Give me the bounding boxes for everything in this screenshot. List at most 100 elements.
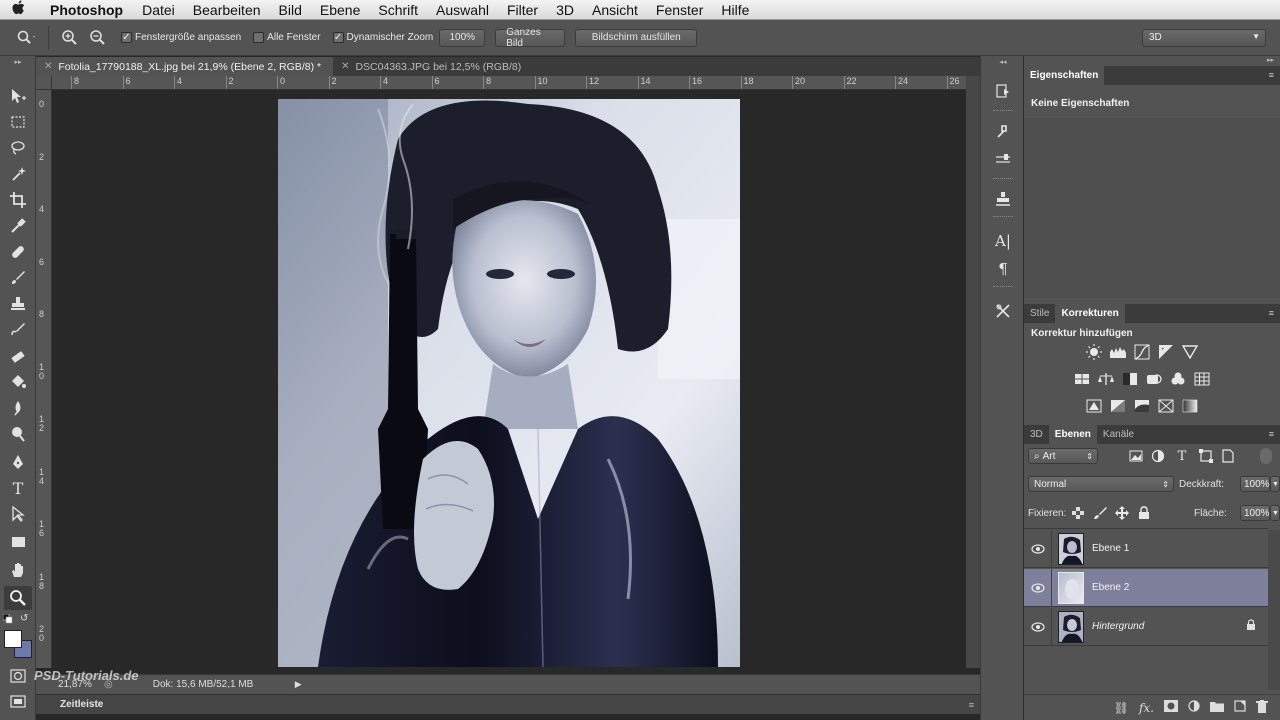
menu-ansicht[interactable]: Ansicht [583,2,647,18]
lock-image-pixels-icon[interactable] [1090,504,1110,522]
eye-icon[interactable] [1024,529,1052,568]
chevron-down-icon[interactable]: ▼ [1270,505,1280,521]
menu-schrift[interactable]: Schrift [369,2,427,18]
status-menu-arrow-icon[interactable]: ▶ [295,679,302,690]
tab-document-1[interactable]: ✕ Fotolia_17790188_XL.jpg bei 21,9% (Ebe… [36,57,334,76]
eyedropper-tool-icon[interactable] [4,214,32,238]
clone-source-icon[interactable] [989,186,1017,212]
menu-filter[interactable]: Filter [498,2,547,18]
color-balance-icon[interactable] [1096,370,1116,388]
fill-input[interactable]: 100% [1240,505,1270,521]
brightness-icon[interactable] [1084,343,1104,361]
vertical-scrollbar[interactable] [966,76,980,668]
fit-window-checkbox[interactable]: ✓ Fenstergröße anpassen [121,32,241,43]
new-adjustment-layer-icon[interactable] [1188,700,1200,715]
history-brush-tool-icon[interactable] [4,318,32,342]
layer-name[interactable]: Ebene 1 [1092,543,1268,554]
hue-saturation-icon[interactable] [1072,370,1092,388]
layers-scrollbar[interactable] [1268,530,1280,690]
eye-icon[interactable] [1024,607,1052,646]
pen-tool-icon[interactable] [4,450,32,474]
brush-tool-icon[interactable] [4,266,32,290]
lock-transparent-pixels-icon[interactable] [1068,504,1088,522]
menu-app-name[interactable]: Photoshop [36,2,133,18]
zoom-out-icon[interactable] [87,27,109,49]
strip-grip[interactable] [993,216,1013,218]
blur-tool-icon[interactable] [4,396,32,420]
dodge-tool-icon[interactable] [4,422,32,446]
tab-3d[interactable]: 3D [1024,425,1049,444]
layer-name[interactable]: Ebene 2 [1092,582,1268,593]
new-group-icon[interactable] [1210,700,1224,715]
quick-mask-icon[interactable] [4,664,32,688]
link-layers-icon[interactable]: ⛓ [1114,701,1129,715]
filter-pixel-layers-icon[interactable] [1126,447,1146,465]
rectangle-tool-icon[interactable] [4,530,32,554]
curves-icon[interactable] [1132,343,1152,361]
blend-mode-select[interactable]: Normal ⇕ [1028,476,1174,492]
tool-presets-icon[interactable] [989,118,1017,144]
menu-3d[interactable]: 3D [547,2,583,18]
tab-styles[interactable]: Stile [1024,304,1055,323]
dynamic-zoom-checkbox[interactable]: ✓ Dynamischer Zoom [332,32,433,43]
move-tool-icon[interactable] [4,84,32,108]
collapse-arrows-icon[interactable]: ▸▸ [1267,56,1274,64]
tab-document-2[interactable]: ✕ DSC04363.JPG bei 12,5% (RGB/8) [333,57,533,76]
panel-menu-icon[interactable]: ≡ [1269,429,1274,439]
eye-icon[interactable] [1024,568,1052,607]
menu-fenster[interactable]: Fenster [647,2,712,18]
invert-icon[interactable] [1084,397,1104,415]
layer-filter-toggle[interactable] [1260,448,1272,464]
vibrance-icon[interactable] [1180,343,1200,361]
workspace-select[interactable]: 3D ▼ [1142,29,1266,47]
chevron-down-icon[interactable]: ▼ [1270,476,1280,492]
collapse-arrows-icon[interactable]: ◂◂ [985,58,1021,66]
filter-adjustment-layers-icon[interactable] [1148,447,1168,465]
levels-icon[interactable] [1108,343,1128,361]
filter-smart-objects-icon[interactable] [1218,447,1238,465]
photo-filter-icon[interactable] [1144,370,1164,388]
filter-shape-layers-icon[interactable] [1196,447,1216,465]
layer-row-ebene-1[interactable]: Ebene 1 [1024,529,1268,568]
tab-properties[interactable]: Eigenschaften [1024,66,1105,85]
strip-grip[interactable] [993,178,1013,180]
lock-position-icon[interactable] [1112,504,1132,522]
checkbox-unchecked-icon[interactable] [253,32,265,43]
healing-brush-tool-icon[interactable] [4,240,32,264]
brush-presets-icon[interactable] [989,146,1017,172]
hand-tool-icon[interactable] [4,558,32,582]
character-panel-icon[interactable]: A| [989,228,1017,254]
strip-grip[interactable] [993,110,1013,112]
threshold-icon[interactable] [1132,397,1152,415]
new-layer-icon[interactable] [1234,700,1246,715]
path-selection-tool-icon[interactable] [4,502,32,526]
magic-wand-tool-icon[interactable] [4,162,32,186]
collapse-arrows-icon[interactable]: ▸▸ [0,58,36,66]
lock-all-icon[interactable] [1134,504,1154,522]
zoom-100-button[interactable]: 100% [439,28,486,47]
checkbox-checked-icon[interactable]: ✓ [332,32,344,43]
ruler-corner[interactable] [36,76,52,90]
swap-colors-icon[interactable]: ↺ [20,613,28,624]
eraser-tool-icon[interactable] [4,344,32,368]
all-windows-checkbox[interactable]: Alle Fenster [253,32,321,43]
tab-adjustments[interactable]: Korrekturen [1055,304,1125,323]
lasso-tool-icon[interactable] [4,136,32,160]
close-icon[interactable]: ✕ [341,61,349,72]
layer-filter-kind-select[interactable]: ⌕ Art ⇕ [1028,448,1098,464]
clone-stamp-tool-icon[interactable] [4,292,32,316]
type-tool-icon[interactable]: T [4,476,32,500]
screen-mode-icon[interactable] [4,690,32,714]
zoom-in-icon[interactable] [59,27,81,49]
strip-grip[interactable] [993,286,1013,288]
opacity-input[interactable]: 100% [1240,476,1270,492]
panel-menu-icon[interactable]: ≡ [1269,70,1274,80]
menu-bearbeiten[interactable]: Bearbeiten [184,2,270,18]
paragraph-panel-icon[interactable]: ¶ [989,256,1017,282]
layer-row-ebene-2[interactable]: Ebene 2 [1024,568,1268,607]
fill-screen-button[interactable]: Bildschirm ausfüllen [575,28,698,47]
layer-style-fx-icon[interactable]: fx. [1139,701,1154,715]
checkbox-checked-icon[interactable]: ✓ [121,32,132,43]
posterize-icon[interactable] [1108,397,1128,415]
crop-tool-icon[interactable] [4,188,32,212]
